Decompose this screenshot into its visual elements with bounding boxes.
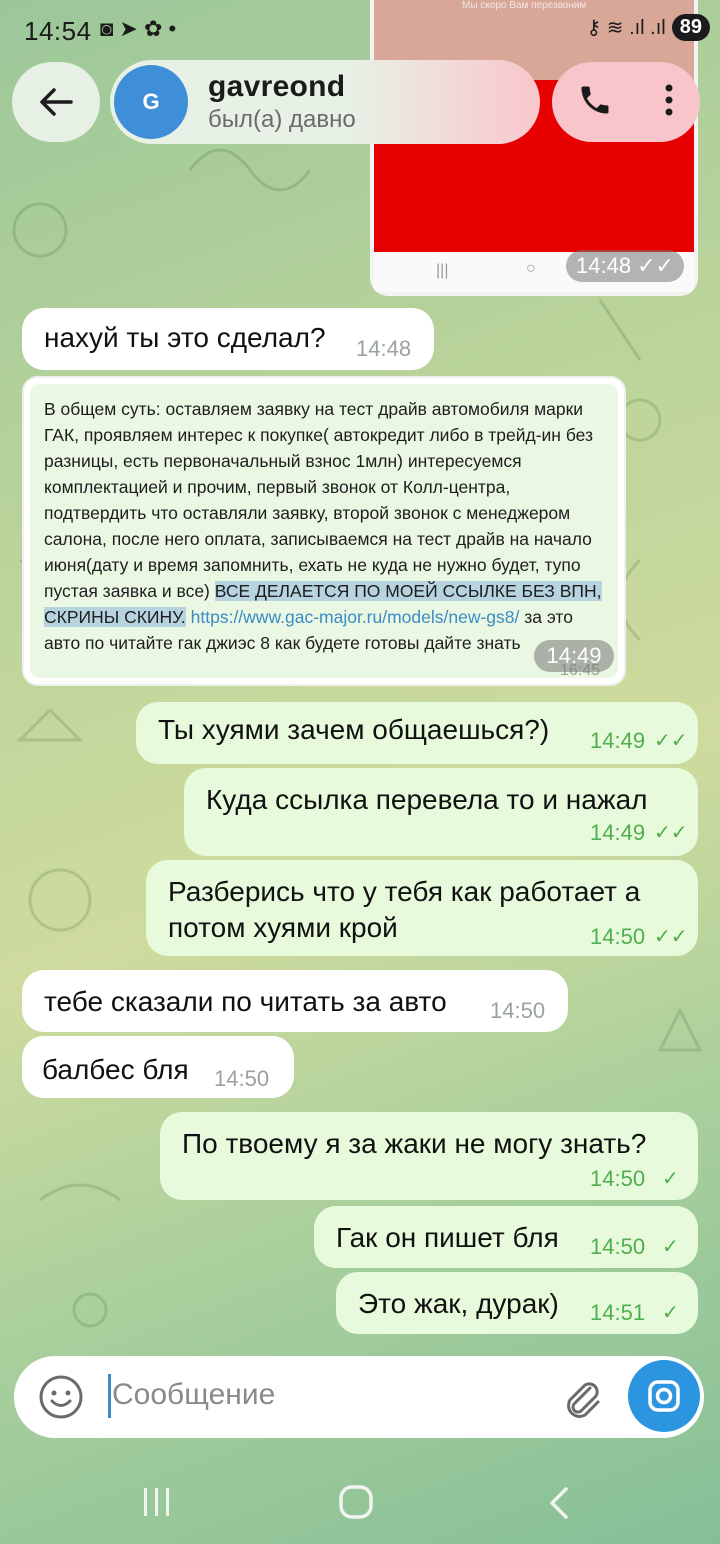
- message-text: По твоему я за жаки не могу знать?: [182, 1128, 647, 1159]
- avatar[interactable]: G: [114, 65, 188, 139]
- message-text: балбес бля: [42, 1054, 189, 1085]
- status-time: 14:54: [24, 16, 92, 46]
- header-actions: [552, 62, 700, 142]
- emoji-icon: [39, 1375, 83, 1419]
- image-nav-home: ○: [526, 260, 536, 277]
- phone-icon: [581, 86, 609, 113]
- chat-header[interactable]: G gavreond был(а) давно: [110, 60, 540, 144]
- message-time: 14:50: [490, 998, 546, 1023]
- back-arrow-icon: [40, 88, 73, 116]
- message-text: Это жак, дурак): [358, 1288, 559, 1319]
- attach-button[interactable]: [560, 1376, 604, 1425]
- message-outgoing[interactable]: Это жак, дурак) 14:51 ✓: [336, 1272, 698, 1334]
- message-text: тебе сказали по читать за авто: [44, 986, 447, 1017]
- message-text: нахуй ты это сделал?: [44, 322, 326, 353]
- system-nav-bar: [0, 1460, 720, 1544]
- text-cursor: [108, 1374, 111, 1418]
- chat-title-block: gavreond был(а) давно: [208, 70, 356, 134]
- message-outgoing[interactable]: Ты хуями зачем общаешься?) 14:49 ✓✓: [136, 702, 698, 764]
- message-incoming[interactable]: нахуй ты это сделал? 14:48: [22, 308, 434, 370]
- call-button[interactable]: [577, 82, 613, 123]
- message-text-line-2: потом хуями крой: [168, 912, 398, 943]
- message-time: 14:48: [356, 336, 412, 361]
- paperclip-icon: [567, 1382, 600, 1418]
- more-vert-icon: [665, 84, 673, 115]
- image-nav-recents: |||: [436, 262, 449, 279]
- screenshot-text-main: В общем суть: оставляем заявку на тест д…: [44, 399, 594, 601]
- recents-nav-icon[interactable]: [140, 1486, 174, 1518]
- back-button[interactable]: [12, 62, 100, 142]
- message-time: 14:50: [214, 1066, 270, 1091]
- message-text: Гак он пишет бля: [336, 1222, 559, 1253]
- message-time: 14:50: [590, 924, 646, 949]
- message-outgoing[interactable]: Гак он пишет бля 14:50 ✓: [314, 1206, 698, 1268]
- home-nav-icon[interactable]: [338, 1484, 376, 1520]
- screenshot-content: В общем суть: оставляем заявку на тест д…: [30, 384, 618, 679]
- camera-button[interactable]: [628, 1360, 700, 1432]
- message-text: Ты хуями зачем общаешься?): [158, 714, 550, 745]
- message-text: Куда ссылка перевела то и нажал: [206, 784, 648, 815]
- message-input[interactable]: Сообщение: [112, 1378, 275, 1412]
- forwarded-screenshot-message[interactable]: В общем суть: оставляем заявку на тест д…: [22, 376, 626, 686]
- contact-status: был(а) давно: [208, 106, 356, 133]
- read-receipt-icon: ✓: [662, 1168, 679, 1190]
- message-time: 14:49: [590, 728, 646, 753]
- message-time: 14:50: [590, 1166, 646, 1191]
- image-overlay-text: Мы скоро Вам перезвоним: [462, 0, 587, 11]
- message-outgoing[interactable]: Разберись что у тебя как работает а пото…: [146, 860, 698, 956]
- message-composer: Сообщение: [14, 1356, 704, 1438]
- emoji-button[interactable]: [38, 1374, 84, 1425]
- message-text-line-1: Разберись что у тебя как работает а: [168, 876, 641, 907]
- message-incoming[interactable]: тебе сказали по читать за авто 14:50: [22, 970, 568, 1032]
- image-message-time-badge: 14:48 ✓✓: [566, 250, 684, 282]
- screenshot-time-badge: 14:49: [534, 640, 614, 672]
- screenshot-link: https://www.gac-major.ru/models/new-gs8/: [185, 607, 520, 627]
- message-incoming[interactable]: балбес бля 14:50: [22, 1036, 294, 1098]
- message-time: 14:50: [590, 1234, 646, 1259]
- read-receipt-icon: ✓: [662, 1302, 679, 1324]
- message-time: 14:49: [590, 820, 646, 845]
- image-message-time: 14:48: [576, 253, 632, 278]
- camera-icon: [648, 1380, 680, 1412]
- read-receipt-icon: ✓✓: [654, 730, 688, 752]
- message-outgoing[interactable]: Куда ссылка перевела то и нажал 14:49 ✓✓: [184, 768, 698, 856]
- more-menu-button[interactable]: [663, 82, 675, 123]
- notification-icons: ◙ ➤ ✿ •: [100, 16, 177, 41]
- back-nav-icon[interactable]: [544, 1486, 574, 1520]
- contact-name: gavreond: [208, 70, 346, 103]
- read-receipt-icon: ✓✓: [637, 253, 674, 278]
- screenshot-text: В общем суть: оставляем заявку на тест д…: [44, 396, 612, 656]
- read-receipt-icon: ✓✓: [654, 926, 688, 948]
- read-receipt-icon: ✓: [662, 1236, 679, 1258]
- screenshot-time: 14:49: [546, 643, 602, 668]
- message-outgoing[interactable]: По твоему я за жаки не могу знать? 14:50…: [160, 1112, 698, 1200]
- message-time: 14:51: [590, 1300, 646, 1325]
- read-receipt-icon: ✓✓: [654, 822, 688, 844]
